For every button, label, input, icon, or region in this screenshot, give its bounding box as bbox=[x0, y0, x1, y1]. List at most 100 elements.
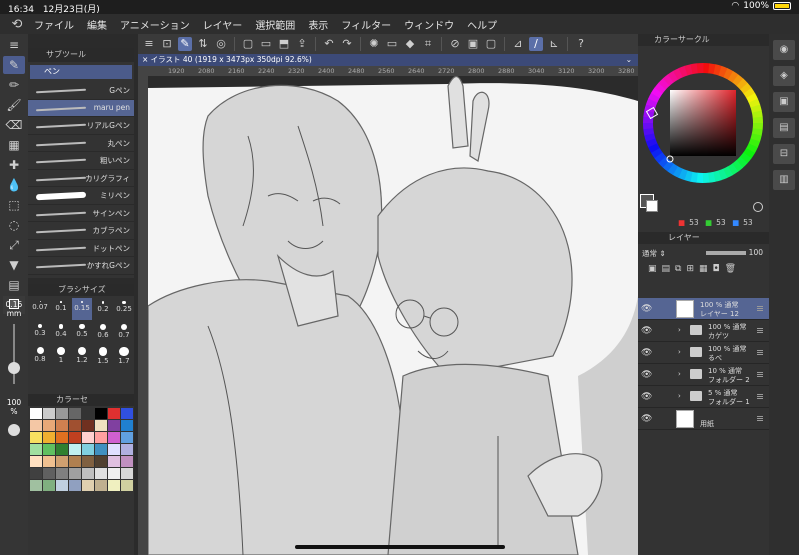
color-swatch[interactable] bbox=[108, 480, 120, 491]
color-swatch[interactable] bbox=[56, 408, 68, 419]
menu-animation[interactable]: アニメーション bbox=[120, 17, 190, 32]
color-wheel[interactable] bbox=[638, 46, 769, 216]
brush-item[interactable]: Gペン bbox=[28, 82, 134, 100]
visibility-eye-icon[interactable]: 👁 bbox=[641, 348, 652, 358]
color-swatch[interactable] bbox=[69, 420, 81, 431]
navigator-icon[interactable]: ▣ bbox=[773, 92, 795, 112]
brush-size-option[interactable]: 0.8 bbox=[30, 344, 50, 366]
color-swatch[interactable] bbox=[121, 456, 133, 467]
brush-size-option[interactable]: 1 bbox=[51, 344, 71, 366]
visibility-eye-icon[interactable]: 👁 bbox=[641, 370, 652, 380]
rotate-icon[interactable]: ◎ bbox=[214, 37, 228, 51]
help-icon[interactable]: ? bbox=[574, 37, 588, 51]
color-swatch[interactable] bbox=[121, 444, 133, 455]
color-swatch[interactable] bbox=[95, 444, 107, 455]
new-layer-icon[interactable]: ▣ bbox=[648, 264, 657, 274]
save-icon[interactable]: ⬒ bbox=[277, 37, 291, 51]
swap-icon[interactable]: ⇅ bbox=[196, 37, 210, 51]
color-swatch[interactable] bbox=[108, 456, 120, 467]
brush-item[interactable]: ドットペン bbox=[28, 240, 134, 257]
color-swatch[interactable] bbox=[82, 420, 94, 431]
layer-row[interactable]: 👁 100 % 通常 レイヤー 12 bbox=[638, 298, 769, 320]
brush-item[interactable]: ミリペン bbox=[28, 187, 134, 205]
subtool-tab-pen[interactable]: ペン bbox=[30, 65, 132, 79]
brush-item[interactable]: かすれGペン bbox=[28, 257, 134, 275]
color-settings-icon[interactable] bbox=[753, 202, 763, 212]
size-slider-track[interactable] bbox=[8, 324, 20, 384]
pen-tool-icon[interactable]: ✎ bbox=[3, 56, 25, 74]
brush-tool-icon[interactable]: 🖌 bbox=[3, 96, 25, 114]
color-swatch[interactable] bbox=[30, 420, 42, 431]
color-swatch[interactable] bbox=[30, 480, 42, 491]
color-swatch[interactable] bbox=[43, 480, 55, 491]
color-swatch[interactable] bbox=[82, 408, 94, 419]
brush-size-option[interactable]: 0.3 bbox=[30, 321, 50, 343]
layer-row[interactable]: 👁 › 5 % 通常 フォルダー 1 bbox=[638, 386, 769, 408]
color-swatch[interactable] bbox=[56, 444, 68, 455]
crop-icon[interactable]: ⌗ bbox=[421, 37, 435, 51]
visibility-eye-icon[interactable]: 👁 bbox=[641, 304, 652, 314]
layer-row[interactable]: 👁 用紙 bbox=[638, 408, 769, 430]
brush-item[interactable]: 粗いペン bbox=[28, 152, 134, 170]
brush-size-option[interactable]: 1.2 bbox=[72, 344, 92, 366]
color-swatch[interactable] bbox=[95, 480, 107, 491]
color-swatch[interactable] bbox=[43, 432, 55, 443]
drag-handle-icon[interactable] bbox=[757, 328, 763, 329]
color-swatch[interactable] bbox=[82, 432, 94, 443]
color-swatch[interactable] bbox=[82, 456, 94, 467]
pencil-tool-icon[interactable]: ✏ bbox=[3, 76, 25, 94]
brush-size-option[interactable]: 1.7 bbox=[114, 344, 134, 366]
color-swatch[interactable] bbox=[30, 408, 42, 419]
drag-handle-icon[interactable] bbox=[757, 416, 763, 417]
app-logo-icon[interactable]: ⟲ bbox=[0, 17, 34, 32]
color-swatch[interactable] bbox=[95, 420, 107, 431]
brush-size-option[interactable]: 0.4 bbox=[51, 321, 71, 343]
invert-selection-icon[interactable]: ▣ bbox=[466, 37, 480, 51]
layers-panel-icon[interactable]: ◈ bbox=[773, 66, 795, 86]
mask-icon[interactable]: ◘ bbox=[713, 264, 720, 274]
export-icon[interactable]: ⇪ bbox=[295, 37, 309, 51]
drawing-canvas[interactable] bbox=[148, 76, 638, 555]
brush-item[interactable]: カリグラフィ bbox=[28, 170, 134, 187]
color-swatch[interactable] bbox=[56, 432, 68, 443]
color-swatch[interactable] bbox=[56, 420, 68, 431]
menu-layer[interactable]: レイヤー bbox=[203, 17, 243, 32]
visibility-eye-icon[interactable]: 👁 bbox=[641, 414, 652, 424]
color-swatch[interactable] bbox=[121, 480, 133, 491]
snap-icon[interactable]: ⊾ bbox=[547, 37, 561, 51]
menu-selection[interactable]: 選択範囲 bbox=[255, 17, 295, 32]
loading-icon[interactable]: ✺ bbox=[367, 37, 381, 51]
layer-opacity-slider[interactable] bbox=[706, 251, 746, 255]
chevron-down-icon[interactable]: ⌄ bbox=[626, 54, 632, 66]
menu-file[interactable]: ファイル bbox=[34, 17, 74, 32]
canvas-tab[interactable]: × イラスト 40 (1919 x 3473px 350dpi 92.6%) ⌄ bbox=[138, 54, 638, 66]
opacity-slider-knob[interactable] bbox=[8, 424, 20, 436]
color-swatch[interactable] bbox=[69, 408, 81, 419]
chevron-right-icon[interactable]: › bbox=[678, 392, 681, 400]
color-swatch[interactable] bbox=[121, 432, 133, 443]
eraser-tool-icon[interactable]: ⌫ bbox=[3, 116, 25, 134]
layer-row[interactable]: 👁 › 100 % 通常 カゲツ bbox=[638, 320, 769, 342]
color-swatch[interactable] bbox=[82, 444, 94, 455]
color-swatch[interactable] bbox=[95, 432, 107, 443]
brush-item[interactable]: サインペン bbox=[28, 205, 134, 222]
brush-size-option[interactable]: 0.1 bbox=[51, 298, 71, 320]
color-swatch[interactable] bbox=[30, 444, 42, 455]
color-swatch[interactable] bbox=[69, 432, 81, 443]
undo-icon[interactable]: ↶ bbox=[322, 37, 336, 51]
menu-filter[interactable]: フィルター bbox=[341, 17, 391, 32]
color-panel-icon[interactable]: ◉ bbox=[773, 40, 795, 60]
fit-view-icon[interactable]: ⊡ bbox=[160, 37, 174, 51]
brush-item[interactable]: 丸ペン bbox=[28, 135, 134, 152]
selection-tool-icon[interactable]: ⬚ bbox=[3, 196, 25, 214]
layer-row[interactable]: 👁 › 10 % 通常 フォルダー 2 bbox=[638, 364, 769, 386]
menu-toggle-icon[interactable]: ≡ bbox=[3, 36, 25, 54]
new-folder-icon[interactable]: ▤ bbox=[662, 264, 671, 274]
close-tab-icon[interactable]: × bbox=[142, 55, 151, 64]
color-swatch[interactable] bbox=[69, 468, 81, 479]
color-swatch[interactable] bbox=[30, 456, 42, 467]
color-swatch[interactable] bbox=[69, 456, 81, 467]
brush-size-option[interactable]: 0.25 bbox=[114, 298, 134, 320]
menu-edit[interactable]: 編集 bbox=[87, 17, 107, 32]
brush-item[interactable]: maru pen bbox=[28, 99, 134, 117]
